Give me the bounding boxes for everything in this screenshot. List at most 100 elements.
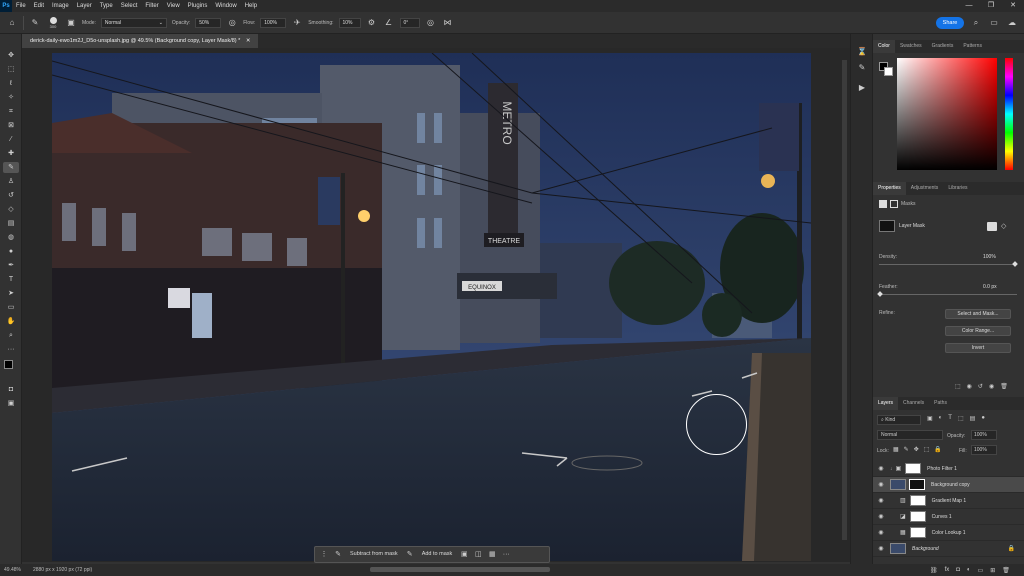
dodge-tool-icon[interactable]: ● bbox=[3, 246, 19, 257]
tab-libraries[interactable]: Libraries bbox=[943, 182, 972, 195]
view-previous-icon[interactable]: ◉ bbox=[967, 383, 972, 390]
tab-color[interactable]: Color bbox=[873, 40, 895, 53]
drag-handle-icon[interactable]: ⋮ bbox=[318, 549, 330, 560]
brush-tool-icon[interactable]: ✎ bbox=[3, 162, 19, 173]
density-slider-handle[interactable] bbox=[1012, 261, 1018, 267]
more-tools-icon[interactable]: ··· bbox=[3, 344, 19, 355]
layer-name[interactable]: Background copy bbox=[931, 482, 970, 488]
invert-mask-icon[interactable]: ◫ bbox=[472, 549, 484, 560]
layer-name[interactable]: Gradient Map 1 bbox=[932, 498, 966, 504]
pressure-opacity-icon[interactable]: ◎ bbox=[226, 17, 238, 29]
home-icon[interactable]: ⌂ bbox=[6, 17, 18, 29]
lock-paint-icon[interactable]: ✎ bbox=[904, 446, 909, 453]
layer-name[interactable]: Curves 1 bbox=[932, 514, 952, 520]
menu-layer[interactable]: Layer bbox=[73, 3, 96, 9]
stamp-tool-icon[interactable]: ♙ bbox=[3, 176, 19, 187]
tab-patterns[interactable]: Patterns bbox=[958, 40, 987, 53]
link-icon[interactable]: ⛓ bbox=[930, 567, 938, 574]
frame-tool-icon[interactable]: ⊠ bbox=[3, 120, 19, 131]
layer-thumbnail[interactable] bbox=[890, 479, 906, 490]
pressure-size-icon[interactable]: ◎ bbox=[425, 17, 437, 29]
background-color-swatch[interactable] bbox=[884, 67, 893, 76]
lock-artboard-icon[interactable]: ⬚ bbox=[924, 446, 930, 453]
type-tool-icon[interactable]: T bbox=[3, 274, 19, 285]
history-brush-icon[interactable]: ↺ bbox=[3, 190, 19, 201]
menu-plugins[interactable]: Plugins bbox=[184, 3, 212, 9]
brush-preset-picker[interactable]: 300 bbox=[46, 16, 60, 29]
more-options-icon[interactable]: ··· bbox=[500, 549, 512, 560]
zoom-tool-icon[interactable]: ⌕ bbox=[3, 330, 19, 341]
tab-gradients[interactable]: Gradients bbox=[927, 40, 959, 53]
menu-view[interactable]: View bbox=[163, 3, 184, 9]
layer-mask-thumbnail[interactable] bbox=[909, 479, 925, 490]
apply-mask-icon[interactable]: ◇ bbox=[1001, 222, 1011, 231]
tab-layers[interactable]: Layers bbox=[873, 397, 899, 410]
clip-icon[interactable]: ⬚ bbox=[955, 383, 961, 390]
canvas-image[interactable]: METRO THEATRE EQUINOX bbox=[52, 53, 811, 561]
eye-icon[interactable]: ◉ bbox=[876, 497, 886, 504]
angle-field[interactable]: 0° bbox=[399, 17, 420, 28]
menu-filter[interactable]: Filter bbox=[141, 3, 162, 9]
menu-file[interactable]: File bbox=[12, 3, 30, 9]
smart-filter-icon[interactable]: ▤ bbox=[970, 415, 976, 422]
search-icon[interactable]: ⌕ bbox=[970, 17, 982, 29]
feather-slider-handle[interactable] bbox=[877, 291, 883, 297]
subtract-from-mask-button[interactable]: Subtract from mask bbox=[346, 549, 402, 560]
color-field[interactable] bbox=[897, 58, 997, 170]
menu-image[interactable]: Image bbox=[48, 3, 73, 9]
document-tab[interactable]: derick-daily-ewo1m2J_D5o-unsplash.jpg @ … bbox=[22, 34, 259, 48]
layer-thumbnail[interactable] bbox=[890, 543, 906, 554]
density-slider[interactable] bbox=[879, 264, 1017, 265]
brush-tool-icon[interactable]: ✎ bbox=[29, 17, 41, 29]
eye-icon[interactable]: ◉ bbox=[876, 465, 886, 472]
lock-position-icon[interactable]: ✥ bbox=[914, 446, 919, 453]
layer-name[interactable]: Photo Filter 1 bbox=[927, 466, 957, 472]
trash-icon[interactable]: 🗑 bbox=[1002, 567, 1010, 574]
close-button[interactable]: ✕ bbox=[1002, 0, 1024, 12]
pixel-mask-icon[interactable] bbox=[879, 200, 887, 208]
actions-icon[interactable]: ▶ bbox=[856, 82, 868, 94]
quick-select-tool-icon[interactable]: ✧ bbox=[3, 92, 19, 103]
mode-select[interactable]: Normal ⌄ bbox=[100, 17, 167, 28]
tab-properties[interactable]: Properties bbox=[873, 182, 906, 195]
eye-icon[interactable]: ◉ bbox=[876, 545, 886, 552]
group-icon[interactable]: ▭ bbox=[978, 567, 984, 574]
density-value[interactable]: 100% bbox=[983, 254, 996, 260]
tab-adjustments[interactable]: Adjustments bbox=[906, 182, 944, 195]
eyedropper-tool-icon[interactable]: ⁄ bbox=[3, 134, 19, 145]
color-range-button[interactable]: Color Range... bbox=[945, 326, 1011, 336]
layer-row[interactable]: ◉ ▥ Gradient Map 1 bbox=[873, 493, 1024, 509]
layer-mask-thumbnail[interactable] bbox=[909, 511, 926, 522]
new-layer-icon[interactable]: ⊞ bbox=[990, 567, 995, 574]
visibility-icon[interactable]: ◉ bbox=[989, 383, 994, 390]
layer-row[interactable]: ◉ Background 🔒 bbox=[873, 541, 1024, 557]
brush-settings-panel-icon[interactable]: ✎ bbox=[856, 62, 868, 74]
lock-pixels-icon[interactable]: ▦ bbox=[893, 446, 899, 453]
layer-name[interactable]: Background bbox=[912, 546, 939, 552]
tab-channels[interactable]: Channels bbox=[898, 397, 929, 410]
pen-tool-icon[interactable]: ✒ bbox=[3, 260, 19, 271]
fx-icon[interactable]: fx bbox=[945, 567, 950, 573]
marquee-tool-icon[interactable]: ⬚ bbox=[3, 64, 19, 75]
eye-icon[interactable]: ◉ bbox=[876, 513, 886, 520]
close-icon[interactable]: ✕ bbox=[246, 38, 251, 44]
layer-mask-thumbnail[interactable] bbox=[905, 463, 922, 474]
gear-icon[interactable]: ⚙ bbox=[366, 17, 378, 29]
adjustment-icon[interactable]: ◐ bbox=[967, 567, 971, 573]
layer-opacity-field[interactable]: 100% bbox=[971, 430, 997, 440]
brush-settings-icon[interactable]: ▣ bbox=[65, 17, 77, 29]
menu-help[interactable]: Help bbox=[241, 3, 261, 9]
layer-mask-thumbnail[interactable] bbox=[909, 527, 926, 538]
add-mask-icon[interactable]: ◘ bbox=[956, 567, 960, 573]
select-mask-icon[interactable] bbox=[987, 222, 997, 231]
invert-button[interactable]: Invert bbox=[945, 343, 1011, 353]
smoothing-field[interactable]: 10% bbox=[338, 17, 361, 28]
foreground-color-swatch[interactable] bbox=[4, 360, 13, 369]
hand-tool-icon[interactable]: ✋ bbox=[3, 316, 19, 327]
adjustment-filter-icon[interactable]: ◐ bbox=[939, 415, 943, 422]
horizontal-scrollbar[interactable] bbox=[370, 567, 550, 572]
vector-mask-icon[interactable] bbox=[890, 200, 898, 208]
share-button[interactable]: Share bbox=[936, 17, 964, 29]
symmetry-icon[interactable]: ⋈ bbox=[442, 17, 454, 29]
document-dimensions[interactable]: 2880 px x 1920 px (72 ppi) bbox=[33, 567, 92, 573]
